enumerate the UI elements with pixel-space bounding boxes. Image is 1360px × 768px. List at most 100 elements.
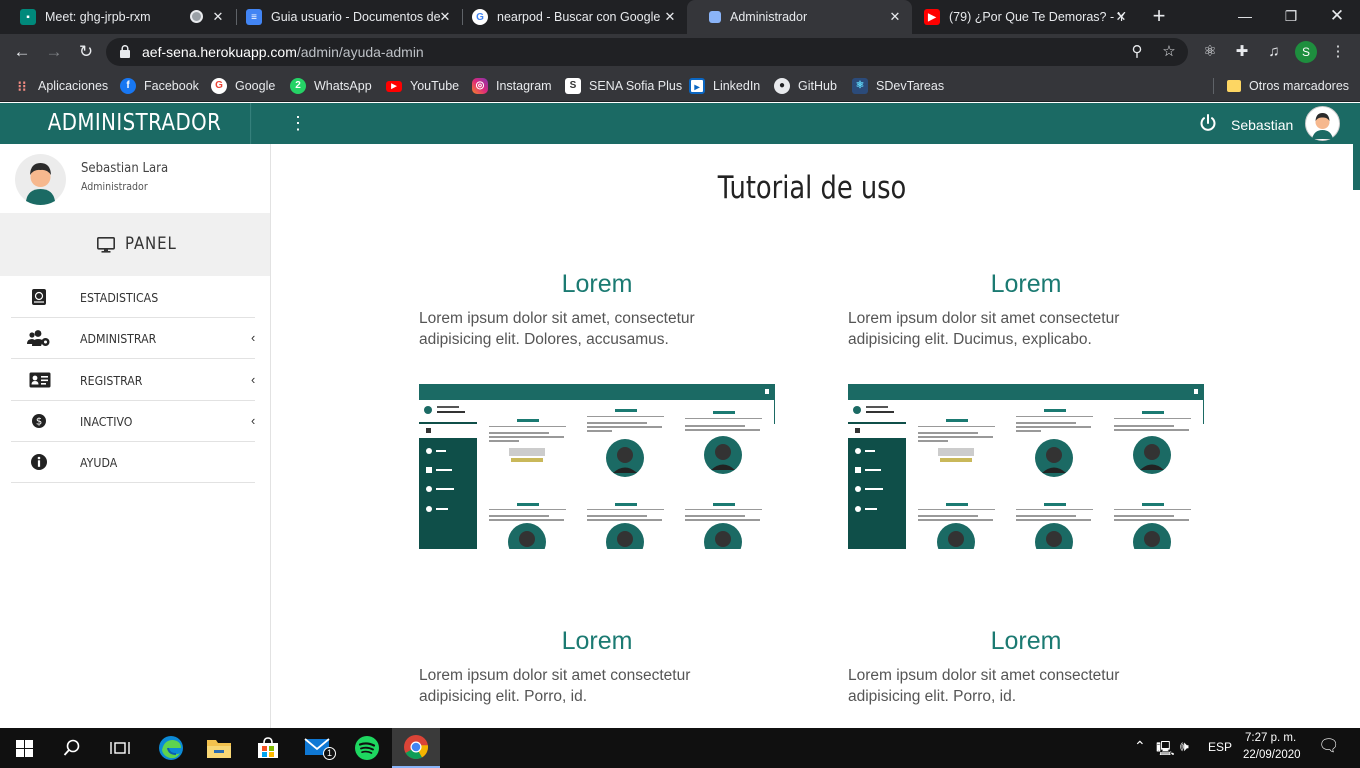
header-user-name[interactable]: Sebastian xyxy=(1231,117,1293,133)
address-bar[interactable]: aef-sena.herokuapp.com/admin/ayuda-admin… xyxy=(106,38,1188,66)
lock-icon xyxy=(120,45,130,58)
nav-estadisticas[interactable]: ESTADISTICAS xyxy=(11,277,255,318)
restore-button[interactable]: ❐ xyxy=(1268,0,1314,34)
sena-icon: S xyxy=(565,78,581,94)
nav-label: INACTIVO xyxy=(80,414,133,429)
tutorial-card: Lorem Lorem ipsum dolor sit amet consect… xyxy=(848,627,1204,707)
show-hidden-icons[interactable]: ⌃ xyxy=(1134,738,1146,755)
tab-meet[interactable]: ▪ Meet: ghg-jrpb-rxm ✕ xyxy=(0,0,235,34)
volume-icon[interactable]: 🕪 xyxy=(1180,738,1189,755)
bookmark-sena[interactable]: S SENA Sofia Plus xyxy=(565,76,682,96)
profile-name: Sebastian Lara xyxy=(81,161,169,176)
profile-role: Administrador xyxy=(81,181,148,193)
bookmark-google[interactable]: G Google xyxy=(211,76,275,96)
bookmarks-divider xyxy=(1213,78,1214,94)
clock-time[interactable]: 7:27 p. m. xyxy=(1245,732,1296,744)
notifications-icon[interactable]: 🗨 xyxy=(1318,736,1340,756)
nav-label: ESTADISTICAS xyxy=(80,290,159,305)
zoom-search-icon[interactable]: ⚲ xyxy=(1128,43,1146,61)
tab-google-search[interactable]: G nearpod - Buscar con Google ✕ xyxy=(452,0,687,34)
chevron-left-icon: ‹ xyxy=(251,330,256,345)
start-button[interactable] xyxy=(0,728,48,768)
close-tab-icon[interactable]: ✕ xyxy=(209,8,227,26)
card-title: Lorem xyxy=(561,627,633,655)
reload-button[interactable]: ↻ xyxy=(74,40,98,64)
search-button[interactable] xyxy=(48,728,96,768)
close-window-button[interactable]: ✕ xyxy=(1314,0,1360,34)
bookmark-whatsapp[interactable]: 2 WhatsApp xyxy=(290,76,372,96)
inactive-icon: $ xyxy=(32,414,46,428)
close-tab-icon[interactable]: ✕ xyxy=(661,8,679,26)
svg-text:$: $ xyxy=(36,417,42,428)
extensions-icon[interactable]: ✚ xyxy=(1232,42,1252,62)
close-tab-icon[interactable]: ✕ xyxy=(1112,8,1130,26)
taskbar-edge[interactable] xyxy=(147,728,195,768)
nav-registrar[interactable]: REGISTRAR ‹ xyxy=(11,360,255,401)
taskbar-store[interactable] xyxy=(244,728,292,768)
windows-taskbar: 1 ⌃ 🖳 🕪 ESP 7:27 p. m. 22/09/2020 🗨 xyxy=(0,728,1360,768)
close-tab-icon[interactable]: ✕ xyxy=(886,8,904,26)
language-indicator[interactable]: ESP xyxy=(1208,740,1232,754)
menu-dots-icon[interactable]: ⋮ xyxy=(289,111,307,135)
linkedin-icon: ▸ xyxy=(689,78,705,94)
nav-administrar[interactable]: ADMINISTRAR ‹ xyxy=(11,318,255,359)
tab-title: (79) ¿Por Que Te Demoras? - Y xyxy=(949,10,1126,24)
card-description: Lorem ipsum dolor sit amet consectetur a… xyxy=(848,667,1120,705)
tutorial-card: Lorem Lorem ipsum dolor sit amet consect… xyxy=(419,627,775,707)
bookmark-facebook[interactable]: f Facebook xyxy=(120,76,199,96)
network-icon[interactable]: 🖳 xyxy=(1156,738,1175,762)
tab-docs[interactable]: ≡ Guia usuario - Documentos de ✕ xyxy=(226,0,462,34)
sidebar-profile: Sebastian Lara Administrador xyxy=(0,144,270,212)
info-icon xyxy=(31,454,47,470)
scrollbar-thumb[interactable] xyxy=(1353,144,1360,190)
bookmark-instagram[interactable]: ◎ Instagram xyxy=(472,76,552,96)
clock-date[interactable]: 22/09/2020 xyxy=(1243,749,1301,761)
bookmark-label: WhatsApp xyxy=(314,79,372,93)
forward-button[interactable]: → xyxy=(42,40,66,64)
taskbar-spotify[interactable] xyxy=(343,728,391,768)
url-text: aef-sena.herokuapp.com/admin/ayuda-admin xyxy=(142,44,424,60)
panel-button[interactable]: PANEL xyxy=(0,213,270,276)
bookmark-sdevtareas[interactable]: ⚛ SDevTareas xyxy=(852,76,944,96)
bookmark-label: Instagram xyxy=(496,79,552,93)
tab-youtube[interactable]: ▶ (79) ¿Por Que Te Demoras? - Y ✕ xyxy=(904,0,1138,34)
chrome-menu-icon[interactable]: ⋮ xyxy=(1328,42,1348,62)
bookmark-other[interactable]: Otros marcadores xyxy=(1227,76,1349,96)
taskbar-explorer[interactable] xyxy=(195,728,243,768)
edge-icon xyxy=(159,736,183,760)
bookmark-label: Aplicaciones xyxy=(38,79,109,93)
windows-logo-icon xyxy=(15,739,33,757)
header-avatar[interactable] xyxy=(1305,106,1340,141)
power-icon[interactable] xyxy=(1198,113,1218,133)
bookmark-youtube[interactable]: ▶ YouTube xyxy=(386,76,459,96)
tab-administrador[interactable]: Administrador ✕ xyxy=(687,0,912,34)
bookmark-linkedin[interactable]: ▸ LinkedIn xyxy=(689,76,760,96)
media-control-icon[interactable]: ♫ xyxy=(1264,42,1284,62)
nav-ayuda[interactable]: AYUDA xyxy=(11,442,255,483)
google-icon: G xyxy=(211,78,227,94)
bookmark-label: GitHub xyxy=(798,79,837,93)
tab-title: nearpod - Buscar con Google xyxy=(497,10,661,24)
back-button[interactable]: ← xyxy=(10,40,34,64)
react-devtools-icon[interactable]: ⚛ xyxy=(1200,42,1220,62)
apps-grid-icon: ⁝⁝ xyxy=(17,78,27,94)
profile-avatar[interactable]: S xyxy=(1295,41,1317,63)
new-tab-button[interactable]: + xyxy=(1148,4,1170,28)
card-title: Lorem xyxy=(990,270,1062,298)
bookmark-label: YouTube xyxy=(410,79,460,93)
taskbar-chrome[interactable] xyxy=(392,728,440,768)
youtube-icon: ▶ xyxy=(924,9,940,25)
bookmark-apps[interactable]: ⁝⁝ Aplicaciones xyxy=(14,76,109,96)
bookmark-star-icon[interactable]: ☆ xyxy=(1160,43,1178,61)
task-view-button[interactable] xyxy=(96,728,144,768)
avatar xyxy=(15,154,66,205)
taskbar-mail[interactable]: 1 xyxy=(294,728,342,768)
bookmark-github[interactable]: ● GitHub xyxy=(774,76,837,96)
nav-label: REGISTRAR xyxy=(80,373,143,388)
chrome-icon xyxy=(404,735,429,760)
url-path: /admin/ayuda-admin xyxy=(296,44,424,60)
minimize-button[interactable]: — xyxy=(1222,0,1268,34)
nav-inactivo[interactable]: $ INACTIVO ‹ xyxy=(11,401,255,442)
brand-title[interactable]: ADMINISTRADOR xyxy=(19,103,252,144)
whatsapp-icon: 2 xyxy=(290,78,306,94)
